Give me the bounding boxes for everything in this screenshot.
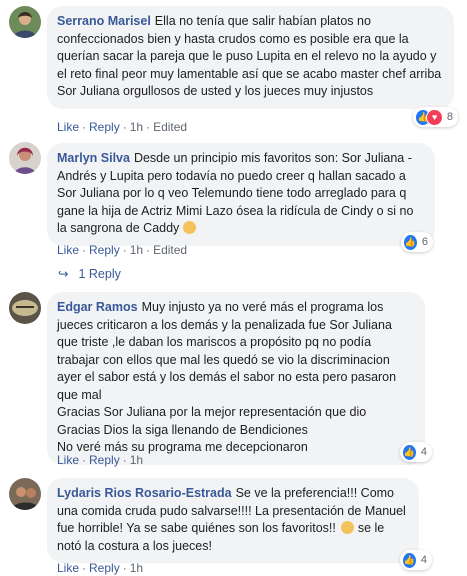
avatar[interactable] — [9, 292, 41, 324]
view-replies-link[interactable]: ↪ 1 Reply — [58, 266, 121, 281]
reply-link[interactable]: Reply — [89, 561, 120, 575]
reply-link[interactable]: Reply — [89, 120, 120, 134]
reply-link[interactable]: Reply — [89, 243, 120, 257]
like-reaction-icon: 👍 — [402, 443, 417, 461]
edited-label: Edited — [153, 243, 188, 257]
comment-text: Muy injusto ya no veré más el programa l… — [57, 300, 397, 454]
emoji-face-icon — [182, 221, 196, 234]
reaction-summary[interactable]: 👍 4 — [400, 442, 432, 462]
timestamp[interactable]: 1h — [130, 453, 143, 467]
edited-label: Edited — [153, 120, 188, 134]
comment-author[interactable]: Lydaris Rios Rosario-Estrada — [57, 486, 232, 500]
reaction-count: 4 — [420, 446, 427, 458]
timestamp[interactable]: 1h — [130, 120, 143, 134]
reaction-count: 8 — [446, 111, 453, 123]
emoji-face-icon — [341, 521, 355, 534]
comment-bubble: Lydaris Rios Rosario-Estrada Se ve la pre… — [47, 478, 419, 563]
avatar[interactable] — [9, 6, 41, 38]
like-link[interactable]: Like — [57, 561, 79, 575]
reply-link[interactable]: Reply — [89, 453, 120, 467]
comment-bubble: Serrano Marisel Ella no tenía que salir h… — [47, 6, 454, 109]
reaction-count: 4 — [420, 554, 427, 566]
comment-author[interactable]: Marlyn Silva — [57, 151, 130, 165]
like-link[interactable]: Like — [57, 243, 79, 257]
comment-actions: Like · Reply · 1h · Edited — [57, 120, 188, 134]
comment-author[interactable]: Serrano Marisel — [57, 14, 151, 28]
comment-bubble: Marlyn Silva Desde un principio mis favor… — [47, 143, 435, 246]
reaction-count: 6 — [421, 236, 428, 248]
replies-label: 1 Reply — [78, 267, 121, 281]
reaction-summary[interactable]: 👍 ♥ 8 — [413, 107, 458, 127]
reaction-summary[interactable]: 👍 4 — [400, 550, 432, 570]
love-reaction-icon: ♥ — [426, 108, 443, 126]
comment-actions: Like · Reply · 1h — [57, 453, 144, 467]
avatar[interactable] — [9, 478, 41, 510]
like-link[interactable]: Like — [57, 453, 79, 467]
timestamp[interactable]: 1h — [130, 561, 143, 575]
reply-arrow-icon: ↪ — [58, 267, 69, 281]
avatar[interactable] — [9, 142, 41, 174]
like-link[interactable]: Like — [57, 120, 79, 134]
like-reaction-icon: 👍 — [403, 233, 418, 251]
reaction-summary[interactable]: 👍 6 — [401, 232, 433, 252]
comment-author[interactable]: Edgar Ramos — [57, 300, 138, 314]
comment-actions: Like · Reply · 1h · Edited — [57, 243, 188, 257]
like-reaction-icon: 👍 — [402, 551, 417, 569]
timestamp[interactable]: 1h — [130, 243, 143, 257]
comment-bubble: Edgar Ramos Muy injusto ya no veré más el… — [47, 292, 425, 465]
